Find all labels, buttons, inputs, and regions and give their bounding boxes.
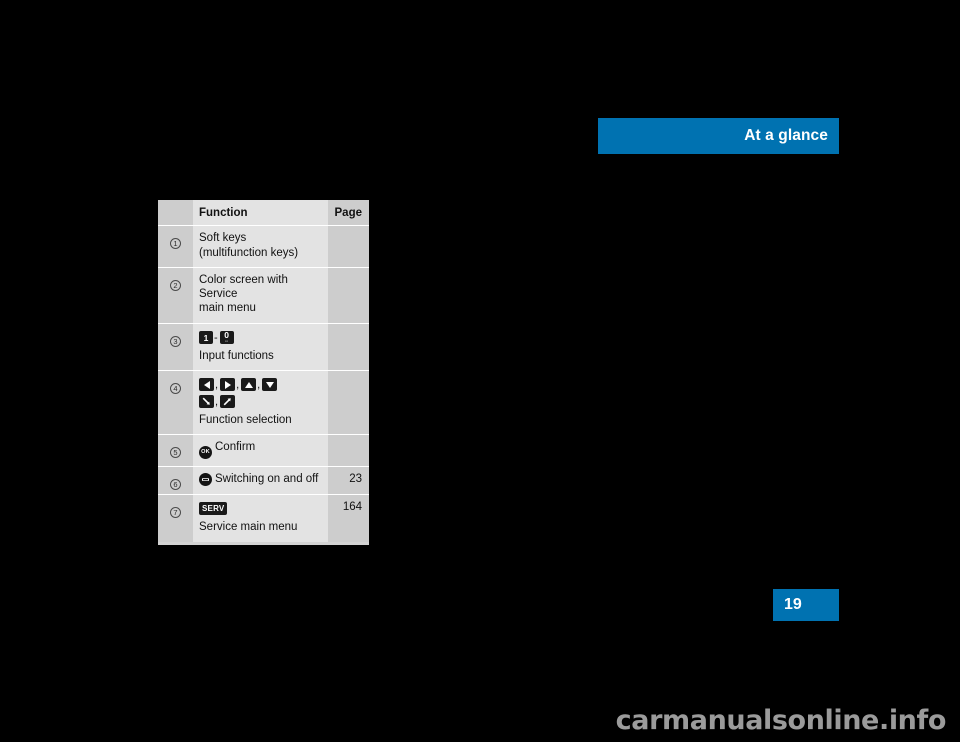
row-page-cell <box>328 266 369 323</box>
table-row: 3 1 - 0 ▭ Input functions <box>158 322 369 371</box>
row-index-cell: 7 <box>158 494 193 542</box>
column-header-function: Function <box>193 200 328 226</box>
row-page-cell <box>328 434 369 467</box>
row-function-cell: , , , , Function selection <box>193 370 328 435</box>
circled-number: 3 <box>170 335 181 347</box>
function-text-line: Switching on and off <box>215 473 319 486</box>
circled-number: 1 <box>170 238 181 250</box>
section-header-banner: At a glance <box>598 118 839 154</box>
page-number-value: 19 <box>784 596 802 613</box>
arrow-up-icon <box>241 378 257 392</box>
ok-button-icon: OK <box>199 446 212 460</box>
key-glyph-group: 1 - 0 ▭ <box>199 330 322 345</box>
circled-number: 7 <box>170 507 181 519</box>
key-glyph-group-serv: SERV <box>199 501 322 516</box>
arrow-down-icon <box>262 378 278 392</box>
circled-number: 6 <box>170 479 181 491</box>
row-page-cell <box>328 322 369 371</box>
circled-number: 2 <box>170 279 181 291</box>
circled-number: 5 <box>170 447 181 459</box>
row-page-cell: 164 <box>328 494 369 542</box>
function-text-line: Confirm <box>215 441 256 454</box>
key-glyph-group-diagonal: , <box>199 394 322 409</box>
table-row: 4 , , , , Function selection <box>158 370 369 435</box>
function-text-line: (multifunction keys) <box>199 246 299 259</box>
function-text-line: Soft keys <box>199 232 247 245</box>
table-row: 2 Color screen with Service main menu <box>158 266 369 323</box>
function-caption: Service main menu <box>199 521 298 534</box>
key-glyph-group-cardinal: , , , <box>199 377 322 392</box>
table-row: 6 Switching on and off 23 <box>158 466 369 495</box>
serv-key-icon: SERV <box>199 502 228 516</box>
row-index-cell: 5 <box>158 434 193 467</box>
row-function-cell: SERV Service main menu <box>193 494 328 542</box>
table-row: 7 SERV Service main menu 164 <box>158 494 369 542</box>
row-function-cell: Soft keys (multifunction keys) <box>193 225 328 267</box>
arrow-diagonal-down-right-icon <box>199 395 214 409</box>
row-function-cell: Switching on and off <box>193 466 328 495</box>
arrow-right-icon <box>220 378 236 392</box>
power-button-icon <box>199 473 212 487</box>
table-header-row: Function Page <box>158 200 369 226</box>
row-index-cell: 6 <box>158 466 193 495</box>
column-header-index <box>158 200 193 226</box>
arrow-left-icon <box>199 378 214 392</box>
range-dash: - <box>214 331 218 344</box>
circled-number: 4 <box>170 383 181 395</box>
table-row: 5 OK Confirm <box>158 434 369 467</box>
row-index-cell: 2 <box>158 266 193 323</box>
row-page-cell <box>328 370 369 435</box>
function-caption: Input functions <box>199 349 274 362</box>
page-title: At a glance <box>744 127 828 145</box>
row-function-cell: OK Confirm <box>193 434 328 467</box>
table-row: 1 Soft keys (multifunction keys) <box>158 225 369 267</box>
arrow-diagonal-up-right-icon <box>220 395 236 409</box>
page-number-badge: 19 <box>773 589 839 621</box>
column-header-page: Page <box>328 200 369 226</box>
row-page-cell: 23 <box>328 466 369 495</box>
function-caption: Function selection <box>199 414 292 427</box>
function-text-line: main menu <box>199 302 256 315</box>
numeric-key-1-icon: 1 <box>199 330 213 344</box>
row-index-cell: 4 <box>158 370 193 435</box>
row-page-cell <box>328 225 369 267</box>
row-index-cell: 3 <box>158 322 193 371</box>
numeric-key-0-subglyph: ▭ <box>224 339 229 344</box>
row-function-cell: Color screen with Service main menu <box>193 266 328 323</box>
row-index-cell: 1 <box>158 225 193 267</box>
function-table: Function Page 1 Soft keys (multifunction… <box>158 200 369 545</box>
watermark: carmanualsonline.info <box>615 705 947 736</box>
numeric-key-0-icon: 0 ▭ <box>219 330 234 344</box>
function-text-line: Color screen with Service <box>199 273 288 301</box>
row-function-cell: 1 - 0 ▭ Input functions <box>193 322 328 371</box>
